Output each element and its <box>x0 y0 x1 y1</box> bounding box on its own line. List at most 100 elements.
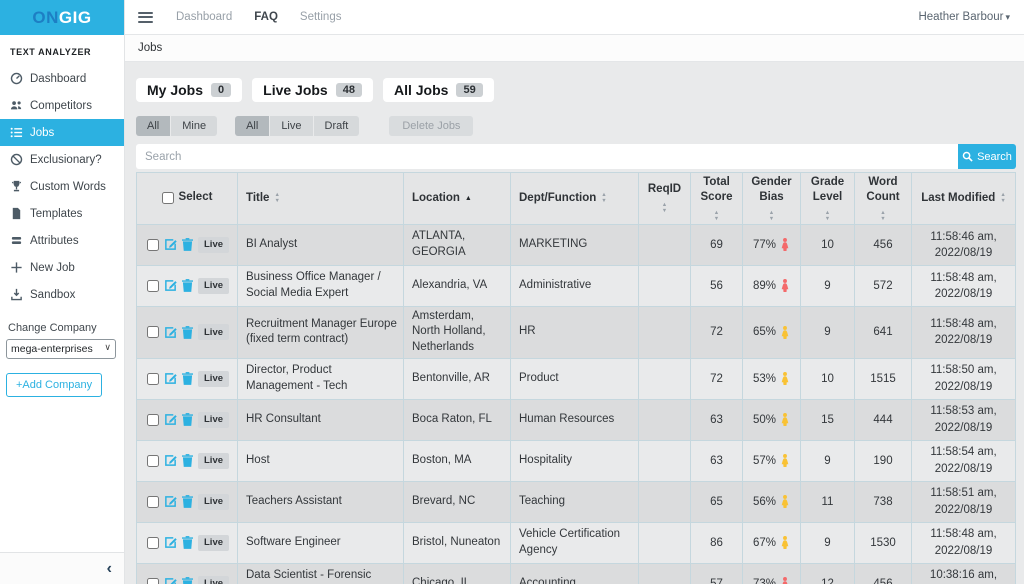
column-header-grade-level[interactable]: Grade Level▲▼ <box>801 173 855 225</box>
edit-icon[interactable] <box>164 413 177 426</box>
filter-owner-all[interactable]: All <box>136 116 170 136</box>
company-select[interactable]: mega-enterprises <box>6 339 116 359</box>
gender-bias-value: 56% <box>753 496 776 508</box>
table-row: Live Teachers Assistant Brevard, NC Teac… <box>137 481 1016 522</box>
main-area: Dashboard FAQ Settings Heather Barbour▾ … <box>125 0 1024 584</box>
trash-icon[interactable] <box>182 238 193 251</box>
column-label: Select <box>179 190 213 205</box>
job-grade-level: 9 <box>824 537 830 549</box>
sidebar-item-dashboard[interactable]: Dashboard <box>0 65 124 92</box>
column-label: Location <box>412 191 460 206</box>
column-header-title[interactable]: Title▲▼ <box>238 173 404 225</box>
trash-icon[interactable] <box>182 454 193 467</box>
trash-icon[interactable] <box>182 413 193 426</box>
sort-icon: ▲▼ <box>274 192 279 204</box>
row-checkbox[interactable] <box>147 414 159 426</box>
sidebar-item-exclusionary[interactable]: Exclusionary? <box>0 146 124 173</box>
sort-icon: ▲▼ <box>714 210 719 222</box>
row-checkbox[interactable] <box>147 239 159 251</box>
edit-icon[interactable] <box>164 536 177 549</box>
filter-status-live[interactable]: Live <box>270 116 312 136</box>
templates-icon <box>10 207 23 220</box>
sidebar-item-label: Exclusionary? <box>30 154 102 166</box>
select-all-checkbox[interactable] <box>162 192 174 204</box>
modified-date: 2022/08/19 <box>935 381 993 393</box>
row-checkbox[interactable] <box>147 455 159 467</box>
jobs-tabs: My Jobs 0 Live Jobs 48 All Jobs 59 <box>136 78 1016 102</box>
collapse-sidebar-icon[interactable]: ‹ <box>107 561 112 577</box>
row-checkbox[interactable] <box>147 537 159 549</box>
topnav-faq-link[interactable]: FAQ <box>254 11 278 23</box>
delete-jobs-button[interactable]: Delete Jobs <box>389 116 473 136</box>
row-checkbox[interactable] <box>147 280 159 292</box>
edit-icon[interactable] <box>164 279 177 292</box>
status-badge: Live <box>198 324 229 340</box>
column-label: Gender Bias <box>747 175 796 205</box>
column-header-total-score[interactable]: Total Score▲▼ <box>691 173 743 225</box>
column-header-word-count[interactable]: Word Count▲▼ <box>855 173 912 225</box>
sidebar-item-templates[interactable]: Templates <box>0 200 124 227</box>
trash-icon[interactable] <box>182 372 193 385</box>
column-header-select[interactable]: Select <box>137 173 238 225</box>
column-header-location[interactable]: Location▲ <box>404 173 511 225</box>
row-checkbox[interactable] <box>147 496 159 508</box>
gender-bias-value: 53% <box>753 373 776 385</box>
row-checkbox[interactable] <box>147 578 159 584</box>
tab-all-jobs[interactable]: All Jobs 59 <box>383 78 494 102</box>
modified-date: 2022/08/19 <box>935 288 993 300</box>
modified-time: 11:58:54 am, <box>930 446 996 458</box>
sidebar-item-label: Custom Words <box>30 181 106 193</box>
edit-icon[interactable] <box>164 495 177 508</box>
filter-status-all[interactable]: All <box>235 116 269 136</box>
person-icon <box>780 372 790 385</box>
hamburger-menu-icon[interactable] <box>137 9 154 26</box>
sidebar-item-label: Templates <box>30 208 82 220</box>
trash-icon[interactable] <box>182 495 193 508</box>
sidebar-item-attributes[interactable]: Attributes <box>0 227 124 254</box>
job-grade-level: 9 <box>824 280 830 292</box>
job-dept: Vehicle Certification Agency <box>519 528 620 556</box>
edit-icon[interactable] <box>164 577 177 584</box>
search-button[interactable]: Search <box>958 144 1016 169</box>
edit-icon[interactable] <box>164 238 177 251</box>
status-badge: Live <box>198 237 229 253</box>
edit-icon[interactable] <box>164 326 177 339</box>
ongig-logo[interactable]: ONGIG <box>0 0 124 35</box>
topnav-dashboard-link[interactable]: Dashboard <box>176 11 232 23</box>
column-header-last-modified[interactable]: Last Modified▲▼ <box>912 173 1016 225</box>
column-header-reqid[interactable]: ReqID▲▼ <box>639 173 691 225</box>
trash-icon[interactable] <box>182 326 193 339</box>
sidebar-item-new-job[interactable]: New Job <box>0 254 124 281</box>
column-header-dept-function[interactable]: Dept/Function▲▼ <box>511 173 639 225</box>
edit-icon[interactable] <box>164 372 177 385</box>
job-dept: MARKETING <box>519 238 587 250</box>
tab-count-badge: 48 <box>336 83 362 97</box>
modified-date: 2022/08/19 <box>935 334 993 346</box>
sidebar-item-label: New Job <box>30 262 75 274</box>
trash-icon[interactable] <box>182 279 193 292</box>
sidebar-item-custom-words[interactable]: Custom Words <box>0 173 124 200</box>
dashboard-icon <box>10 72 23 85</box>
sidebar-item-sandbox[interactable]: Sandbox <box>0 281 124 308</box>
tab-live-jobs[interactable]: Live Jobs 48 <box>252 78 373 102</box>
jobs-table: SelectTitle▲▼Location▲Dept/Function▲▼Req… <box>136 172 1016 584</box>
tab-my-jobs[interactable]: My Jobs 0 <box>136 78 242 102</box>
filter-status-draft[interactable]: Draft <box>314 116 360 136</box>
row-checkbox[interactable] <box>147 326 159 338</box>
sidebar-item-jobs[interactable]: Jobs <box>0 119 124 146</box>
job-total-score: 63 <box>710 414 723 426</box>
row-checkbox[interactable] <box>147 373 159 385</box>
trash-icon[interactable] <box>182 577 193 584</box>
add-company-button[interactable]: +Add Company <box>6 373 102 397</box>
column-label: ReqID <box>648 182 681 197</box>
search-input[interactable] <box>136 144 958 169</box>
edit-icon[interactable] <box>164 454 177 467</box>
job-title: Software Engineer <box>246 536 341 548</box>
sidebar-item-competitors[interactable]: Competitors <box>0 92 124 119</box>
trash-icon[interactable] <box>182 536 193 549</box>
sort-icon: ▲▼ <box>825 210 830 222</box>
column-header-gender-bias[interactable]: Gender Bias▲▼ <box>743 173 801 225</box>
topnav-settings-link[interactable]: Settings <box>300 11 342 23</box>
user-menu[interactable]: Heather Barbour▾ <box>918 11 1010 23</box>
filter-owner-mine[interactable]: Mine <box>171 116 217 136</box>
